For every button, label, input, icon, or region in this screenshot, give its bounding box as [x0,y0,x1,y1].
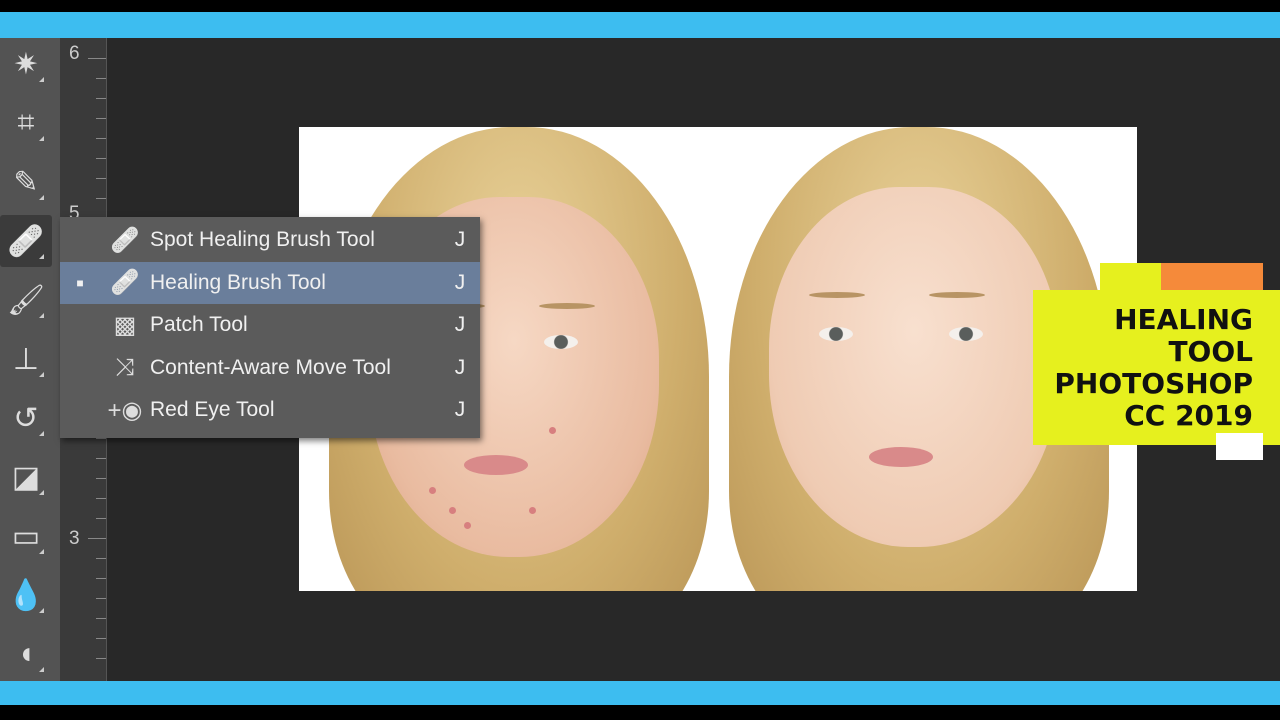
spot-healing-brush-icon: 🩹 [110,226,140,254]
ruler-tick [96,598,106,599]
gradient-tool-button[interactable]: ▭ [0,510,52,562]
ruler-tick [96,558,106,559]
top-frame-bar [0,12,1280,38]
ruler-tick [96,198,106,199]
promo-tab [1100,263,1161,291]
selected-marker: ■ [76,275,84,290]
menu-item-label: Spot Healing Brush Tool [150,228,375,252]
menu-item-red-eye-tool[interactable]: +◉ Red Eye Tool J [60,389,480,432]
ruler-label: 6 [69,43,80,64]
ruler-tick [96,118,106,119]
eyedropper-tool-button[interactable]: ✎ [0,156,52,208]
healing-tools-flyout-menu: 🩹 Spot Healing Brush Tool J ■ 🩹 Healing Brush… [60,217,480,438]
ruler-tick [96,98,106,99]
promo-orange-accent [1161,263,1263,291]
ruler-tick [96,138,106,139]
healing-brush-icon: 🩹 [110,269,140,297]
history-brush-tool-button[interactable]: ↺ [0,392,52,444]
menu-item-healing-brush-tool[interactable]: ■ 🩹 Healing Brush Tool J [60,261,480,304]
history-brush-icon: ↺ [13,401,39,435]
menu-item-label: Patch Tool [150,313,248,337]
ruler-tick [96,158,106,159]
ruler-tick [96,638,106,639]
red-eye-icon: +◉ [107,396,143,424]
eraser-tool-button[interactable]: ◪ [0,451,52,503]
blur-icon: 💧 [7,578,45,612]
tools-panel: ✷ ⌗ ✎ 🩹 🖌 ⊥ ↺ ◪ ▭ 💧 ◖ [0,38,60,681]
blur-tool-button[interactable]: 💧 [0,569,52,621]
healing-brush-icon: 🩹 [7,224,45,258]
ruler-tick [88,538,106,539]
brush-tool-button[interactable]: 🖌 [0,274,52,326]
ruler-tick [96,518,106,519]
menu-item-content-aware-move-tool[interactable]: ⤨ Content-Aware Move Tool J [60,347,480,390]
clone-stamp-icon: ⊥ [12,342,40,376]
promo-banner: HEALING TOOL PHOTOSHOP CC 2019 [1033,290,1280,445]
shortcut-key: J [454,313,466,337]
eraser-icon: ◪ [11,460,41,494]
ruler-label: 3 [69,528,80,549]
crop-tool-button[interactable]: ⌗ [0,97,52,149]
crop-icon: ⌗ [17,106,35,139]
ruler-tick [88,58,106,59]
magic-wand-icon: ✷ [13,47,39,81]
ruler-tick [96,618,106,619]
magic-wand-tool-button[interactable]: ✷ [0,38,52,90]
shortcut-key: J [454,398,466,422]
promo-white-accent [1216,433,1263,460]
brush-icon: 🖌 [6,283,46,317]
shortcut-key: J [454,228,466,252]
gradient-icon: ▭ [11,519,41,553]
ruler-tick [96,578,106,579]
ruler-tick [96,498,106,499]
content-aware-move-icon: ⤨ [115,353,135,381]
ruler-tick [96,178,106,179]
shortcut-key: J [454,355,466,379]
menu-item-patch-tool[interactable]: ▩ Patch Tool J [60,304,480,347]
dodge-icon: ◖ [16,637,36,670]
patch-icon: ▩ [113,311,137,339]
eyedropper-icon: ✎ [13,165,39,199]
menu-item-spot-healing-brush-tool[interactable]: 🩹 Spot Healing Brush Tool J [60,219,480,262]
clone-stamp-tool-button[interactable]: ⊥ [0,333,52,385]
ruler-tick [96,478,106,479]
menu-item-label: Red Eye Tool [150,398,275,422]
promo-title: HEALING TOOL PHOTOSHOP CC 2019 [1054,303,1253,432]
shortcut-key: J [454,270,466,294]
ruler-tick [96,78,106,79]
ruler-tick [96,658,106,659]
ruler-tick [96,438,106,439]
menu-item-label: Content-Aware Move Tool [150,355,391,379]
ruler-tick [96,458,106,459]
bottom-frame-bar [0,681,1280,705]
menu-item-label: Healing Brush Tool [150,270,326,294]
healing-brush-tool-button[interactable]: 🩹 [0,215,52,267]
dodge-tool-button[interactable]: ◖ [0,628,52,680]
